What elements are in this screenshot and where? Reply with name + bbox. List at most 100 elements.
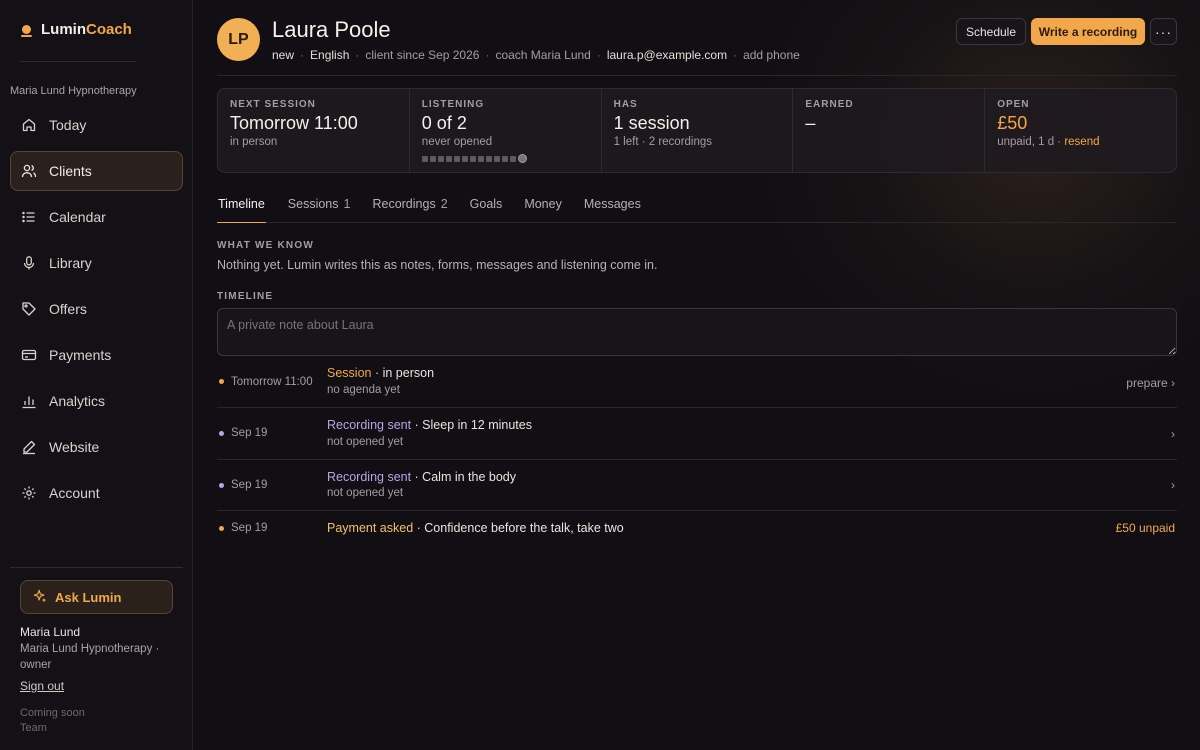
sidebar-item-library[interactable]: Library (10, 243, 183, 283)
tab-label: Messages (583, 197, 641, 211)
add-phone-link[interactable]: add phone (743, 48, 800, 62)
team-label: Team (20, 722, 47, 734)
unpaid-amount[interactable]: £50 unpaid (1116, 521, 1175, 535)
tab-label: Recordings (372, 197, 436, 211)
brand-name-part1: Lumin (41, 21, 86, 38)
stat-value: £50 (997, 113, 1028, 133)
sidebar-item-label: Library (49, 255, 92, 271)
tab-messages[interactable]: Messages (584, 193, 641, 223)
section-heading-timeline: TIMELINE (217, 291, 274, 302)
sidebar-item-website[interactable]: Website (10, 427, 183, 467)
progress-segment (485, 155, 492, 162)
chevron-right-icon[interactable]: › (1171, 427, 1175, 441)
sidebar-item-label: Calendar (49, 209, 106, 225)
sidebar-item-label: Clients (49, 163, 92, 179)
stat-label: HAS (613, 99, 638, 110)
stats-panel: NEXT SESSION Tomorrow 11:00 in person LI… (217, 88, 1177, 173)
stat-value: Tomorrow 11:00 (230, 113, 358, 133)
sidebar-item-label: Payments (49, 347, 112, 363)
stat-sub: never opened (421, 136, 493, 148)
divider (217, 75, 1177, 76)
sidebar-item-offers[interactable]: Offers (10, 289, 183, 329)
stat-value: 0 of 2 (421, 113, 467, 133)
status-dot (219, 526, 224, 531)
row-text: · Confidence before the talk, take two (413, 521, 624, 535)
sidebar-item-clients[interactable]: Clients (10, 151, 183, 191)
client-email[interactable]: laura.p@example.com (607, 48, 727, 62)
client-language: English (310, 48, 350, 62)
workspace-name: Maria Lund Hypnotherapy (10, 85, 137, 97)
progress-segment (501, 155, 508, 162)
row-title: Session · in person (327, 366, 434, 380)
timeline-row[interactable]: Sep 19 Payment asked · Confidence before… (217, 511, 1177, 545)
progress-segment (421, 155, 428, 162)
coming-soon: Coming soon Team (20, 706, 85, 736)
progress-segment (469, 155, 476, 162)
sidebar-item-calendar[interactable]: Calendar (10, 197, 183, 237)
row-text: · in person (371, 366, 435, 380)
tab-timeline[interactable]: Timeline (217, 193, 266, 223)
timeline-row[interactable]: Tomorrow 11:00 Session · in person no ag… (217, 360, 1177, 408)
separator: · (733, 48, 738, 62)
row-kind: Recording sent (327, 418, 412, 432)
row-sub: no agenda yet (327, 384, 400, 396)
tab-sessions[interactable]: Sessions 1 (288, 193, 351, 223)
avatar: LP (217, 18, 260, 61)
more-options-button[interactable]: ··· (1150, 18, 1177, 45)
progress-segment (445, 155, 452, 162)
row-title: Recording sent · Sleep in 12 minutes (327, 418, 532, 432)
brand-logo[interactable]: LuminCoach (20, 21, 132, 38)
private-note-input[interactable] (217, 308, 1177, 356)
tab-recordings[interactable]: Recordings 2 (372, 193, 447, 223)
stat-listening[interactable]: LISTENING 0 of 2 never opened (410, 89, 602, 172)
tab-money[interactable]: Money (524, 193, 562, 223)
resend-link[interactable]: resend (1064, 136, 1099, 148)
status-dot (219, 483, 224, 488)
row-kind: Payment asked (327, 521, 414, 535)
sidebar-item-label: Analytics (49, 393, 106, 409)
section-heading-know: WHAT WE KNOW (217, 240, 314, 251)
progress-knob (517, 154, 527, 163)
page-title: Laura Poole (272, 17, 391, 42)
sidebar-item-account[interactable]: Account (10, 473, 183, 513)
progress-segment (437, 155, 444, 162)
timeline-row[interactable]: Sep 19 Recording sent · Sleep in 12 minu… (217, 408, 1177, 460)
row-text: · Calm in the body (411, 470, 516, 484)
sidebar-item-label: Offers (49, 301, 87, 317)
tab-label: Money (524, 197, 562, 211)
stat-next-session[interactable]: NEXT SESSION Tomorrow 11:00 in person (218, 89, 410, 172)
row-date: Sep 19 (231, 427, 268, 439)
chevron-right-icon[interactable]: › (1171, 478, 1175, 492)
stat-open[interactable]: OPEN £50 unpaid, 1 d · resend (985, 89, 1176, 172)
status-dot (219, 431, 224, 436)
sign-out-link[interactable]: Sign out (20, 679, 64, 693)
sidebar-item-payments[interactable]: Payments (10, 335, 183, 375)
write-recording-button[interactable]: Write a recording (1031, 18, 1145, 45)
stat-has[interactable]: HAS 1 session 1 left · 2 recordings (602, 89, 794, 172)
prepare-link[interactable]: prepare › (1126, 376, 1175, 390)
row-date: Sep 19 (231, 522, 268, 534)
stat-sub: 1 left · 2 recordings (613, 136, 713, 148)
separator: · (596, 48, 601, 62)
bar-chart-icon (21, 393, 37, 409)
sidebar-item-label: Today (49, 117, 87, 133)
stat-earned[interactable]: EARNED – (793, 89, 986, 172)
credit-card-icon (21, 347, 37, 363)
schedule-button[interactable]: Schedule (956, 18, 1026, 45)
gear-icon (21, 485, 37, 501)
microphone-icon (21, 255, 37, 271)
progress-segment (453, 155, 460, 162)
row-sub: not opened yet (327, 436, 404, 448)
tab-label: Timeline (218, 197, 265, 211)
tab-goals[interactable]: Goals (470, 193, 503, 223)
coming-soon-label: Coming soon (20, 707, 85, 719)
sidebar-item-analytics[interactable]: Analytics (10, 381, 183, 421)
brand-name-part2: Coach (86, 21, 132, 38)
stat-sub: in person (230, 136, 278, 148)
timeline-row[interactable]: Sep 19 Recording sent · Calm in the body… (217, 460, 1177, 511)
sidebar-item-today[interactable]: Today (10, 105, 183, 145)
progress-segment (461, 155, 468, 162)
timeline-list: Tomorrow 11:00 Session · in person no ag… (217, 360, 1177, 545)
divider (10, 567, 183, 568)
ask-lumin-button[interactable]: Ask Lumin (20, 580, 173, 614)
